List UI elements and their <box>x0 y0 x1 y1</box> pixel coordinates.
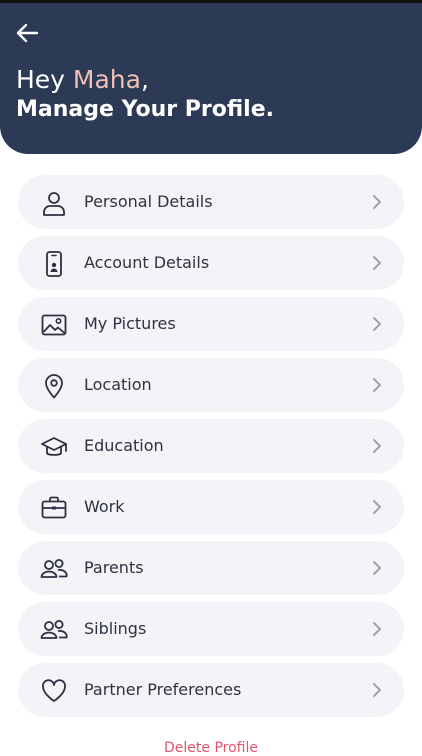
chevron-right-icon <box>373 439 381 453</box>
menu-item-parents[interactable]: Parents <box>18 541 404 595</box>
menu-item-personal-details[interactable]: Personal Details <box>18 175 404 229</box>
menu-item-location[interactable]: Location <box>18 358 404 412</box>
greeting: Hey Maha, <box>16 65 149 95</box>
briefcase-icon <box>40 494 68 522</box>
arrow-left-icon <box>16 23 39 43</box>
menu-item-siblings[interactable]: Siblings <box>18 602 404 656</box>
chevron-right-icon <box>373 195 381 209</box>
menu-item-label: Personal Details <box>84 192 213 211</box>
user-icon <box>40 189 68 217</box>
users-icon <box>40 555 68 583</box>
phone-id-icon <box>40 250 68 278</box>
page-title: Manage Your Profile. <box>16 97 274 122</box>
menu-item-label: Siblings <box>84 619 147 638</box>
profile-header: Hey Maha, Manage Your Profile. <box>0 3 422 154</box>
greeting-suffix: , <box>140 65 149 94</box>
chevron-right-icon <box>373 378 381 392</box>
chevron-right-icon <box>373 561 381 575</box>
menu-item-work[interactable]: Work <box>18 480 404 534</box>
chevron-right-icon <box>373 317 381 331</box>
user-name: Maha <box>72 65 141 94</box>
menu-item-account-details[interactable]: Account Details <box>18 236 404 290</box>
map-pin-icon <box>40 372 68 400</box>
graduation-cap-icon <box>40 433 68 461</box>
chevron-right-icon <box>373 622 381 636</box>
back-button[interactable] <box>12 19 42 47</box>
menu-item-label: My Pictures <box>84 314 176 333</box>
chevron-right-icon <box>373 500 381 514</box>
delete-profile-link[interactable]: Delete Profile <box>0 740 422 756</box>
menu-item-label: Location <box>84 375 152 394</box>
users-icon <box>40 616 68 644</box>
menu-item-label: Work <box>84 497 125 516</box>
chevron-right-icon <box>373 683 381 697</box>
menu-item-label: Partner Preferences <box>84 680 242 699</box>
menu-item-education[interactable]: Education <box>18 419 404 473</box>
menu-item-label: Parents <box>84 558 144 577</box>
heart-icon <box>40 677 68 705</box>
greeting-prefix: Hey <box>16 65 73 94</box>
image-icon <box>40 311 68 339</box>
menu-item-label: Account Details <box>84 253 210 272</box>
menu-item-label: Education <box>84 436 164 455</box>
chevron-right-icon <box>373 256 381 270</box>
menu-item-my-pictures[interactable]: My Pictures <box>18 297 404 351</box>
menu-item-partner-preferences[interactable]: Partner Preferences <box>18 663 404 717</box>
